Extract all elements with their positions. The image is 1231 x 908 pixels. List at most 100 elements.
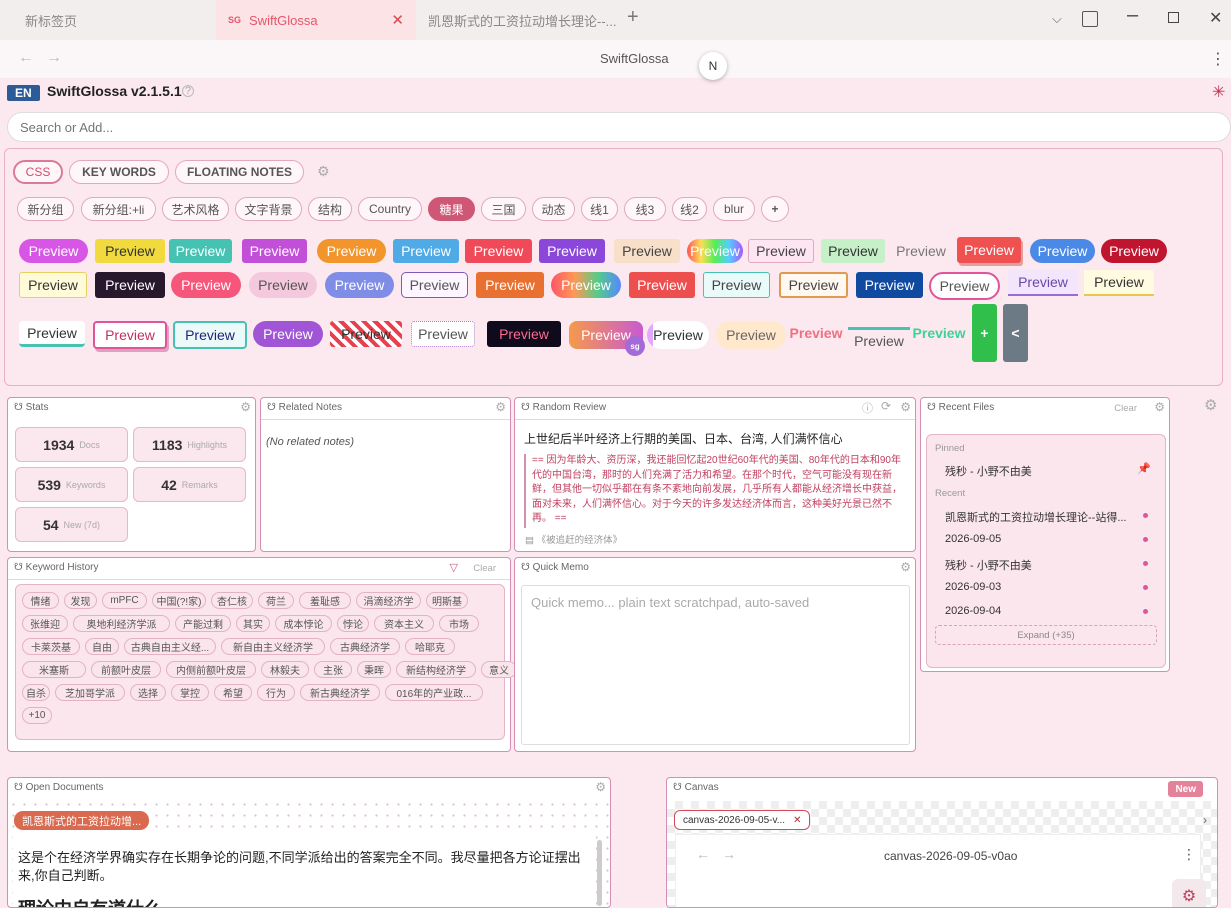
keyword-chip[interactable]: 古典经济学: [330, 638, 400, 655]
doc-tab[interactable]: 凯恩斯式的工资拉动增...: [14, 811, 150, 830]
preview-swatch[interactable]: Preview: [957, 237, 1021, 263]
recent-item[interactable]: 2026-09-05: [945, 533, 1001, 545]
keyword-chip[interactable]: 意义: [481, 661, 517, 678]
preview-swatch[interactable]: Preview: [476, 272, 544, 298]
preview-swatch[interactable]: Preview: [93, 321, 167, 349]
recent-item[interactable]: 凯恩斯式的工资拉动增长理论--站得...: [945, 509, 1127, 525]
clear-button[interactable]: Clear: [473, 563, 496, 574]
group-pill[interactable]: 新分组: [17, 197, 74, 221]
group-pill[interactable]: 新分组:+li: [81, 197, 156, 221]
browser-tab-swiftglossa[interactable]: SG SwiftGlossa ✕: [216, 0, 416, 40]
pin-icon[interactable]: [1143, 513, 1148, 518]
group-pill[interactable]: 结构: [308, 197, 352, 221]
preview-swatch[interactable]: Preview: [171, 272, 241, 298]
browser-tab-newtab[interactable]: 新标签页: [0, 0, 216, 40]
pin-icon[interactable]: [1143, 537, 1148, 542]
keyword-chip[interactable]: 市场: [439, 615, 479, 632]
preview-swatch[interactable]: Preview: [169, 239, 232, 263]
preview-swatch[interactable]: Preview: [629, 272, 695, 298]
n-badge[interactable]: N: [699, 52, 727, 80]
chevron-down-icon[interactable]: ⌵: [1052, 11, 1062, 27]
browser-tab-doc[interactable]: 凯恩斯式的工资拉动增长理论--...: [416, 0, 616, 40]
keyword-chip[interactable]: 新结构经济学: [396, 661, 476, 678]
keyword-chip[interactable]: 产能过剩: [175, 615, 231, 632]
preview-swatch[interactable]: Preview: [539, 239, 605, 263]
pin-icon[interactable]: [1143, 561, 1148, 566]
group-pill[interactable]: 线2: [672, 197, 707, 221]
gear-icon[interactable]: ⚙: [900, 560, 911, 574]
help-icon[interactable]: ⓘ: [862, 400, 873, 416]
forward-icon[interactable]: →: [46, 49, 62, 67]
preview-swatch[interactable]: Preview: [779, 272, 848, 298]
group-pill[interactable]: 糖果: [428, 197, 475, 221]
preview-swatch[interactable]: Preview: [19, 239, 88, 263]
group-pill[interactable]: 艺术风格: [162, 197, 229, 221]
gear-icon[interactable]: ⚙: [1172, 879, 1206, 907]
preview-swatch[interactable]: Preview: [856, 272, 923, 298]
gear-icon[interactable]: ⚙: [1154, 400, 1165, 414]
tab-keywords[interactable]: KEY WORDS: [69, 160, 169, 184]
sidebar-toggle-icon[interactable]: [1082, 11, 1098, 27]
chevron-right-icon[interactable]: ›: [1203, 813, 1207, 827]
canvas-tab[interactable]: canvas-2026-09-05-v... ✕: [674, 810, 811, 830]
preview-swatch[interactable]: Preview: [325, 272, 394, 298]
asterisk-icon[interactable]: ✳: [1212, 82, 1225, 102]
more-menu-icon[interactable]: ⋮: [1182, 846, 1196, 863]
group-pill[interactable]: 线3: [624, 197, 666, 221]
keyword-chip[interactable]: mPFC: [102, 592, 147, 609]
keyword-chip[interactable]: 希望: [214, 684, 252, 701]
keyword-chip[interactable]: 明斯基: [426, 592, 468, 609]
pin-icon[interactable]: 📌: [1137, 462, 1151, 475]
keyword-chip[interactable]: 林毅夫: [261, 661, 309, 678]
memo-textarea[interactable]: Quick memo... plain text scratchpad, aut…: [521, 585, 910, 745]
keyword-chip[interactable]: 秉晖: [357, 661, 391, 678]
keyword-chip[interactable]: 行为: [257, 684, 295, 701]
keyword-chip[interactable]: 新自由主义经济学: [221, 638, 325, 655]
keyword-chip[interactable]: 新古典经济学: [300, 684, 380, 701]
close-icon[interactable]: ✕: [391, 11, 404, 29]
preview-swatch[interactable]: Preview: [786, 321, 846, 345]
keyword-chip[interactable]: 情绪: [22, 592, 59, 609]
preview-swatch[interactable]: Preview: [253, 321, 323, 347]
keyword-chip[interactable]: 其实: [236, 615, 270, 632]
group-pill[interactable]: 动态: [532, 197, 575, 221]
preview-swatch[interactable]: Preview: [19, 272, 87, 298]
back-icon[interactable]: ←: [696, 846, 710, 862]
keyword-chip[interactable]: 选择: [130, 684, 166, 701]
preview-swatch[interactable]: Preview: [95, 239, 165, 263]
preview-swatch[interactable]: Preview: [551, 272, 621, 298]
preview-swatch[interactable]: Preview: [393, 239, 459, 263]
keyword-chip[interactable]: 羞耻感: [299, 592, 351, 609]
pin-icon[interactable]: [1143, 609, 1148, 614]
preview-swatch[interactable]: Preview: [242, 239, 307, 263]
search-input[interactable]: [7, 112, 1231, 142]
more-menu-icon[interactable]: ⋮: [1210, 49, 1226, 69]
keyword-chip[interactable]: 杏仁核: [211, 592, 253, 609]
keyword-chip[interactable]: 米塞斯: [22, 661, 86, 678]
preview-swatch[interactable]: Preview: [703, 272, 770, 298]
pinned-item[interactable]: 残秒 - 小野不由美: [945, 463, 1032, 479]
minimize-icon[interactable]: –: [1127, 4, 1138, 27]
keyword-chip[interactable]: 自由: [85, 638, 119, 655]
preview-swatch[interactable]: Preview: [848, 327, 910, 351]
keyword-chip[interactable]: 涓滴经济学: [356, 592, 421, 609]
preview-swatch[interactable]: Preview: [487, 321, 561, 347]
recent-item[interactable]: 2026-09-03: [945, 581, 1001, 593]
forward-icon[interactable]: →: [722, 846, 736, 862]
gear-icon[interactable]: ⚙: [240, 400, 251, 414]
preview-swatch[interactable]: Preview: [19, 321, 85, 347]
maximize-icon[interactable]: [1168, 12, 1179, 23]
preview-swatch[interactable]: Preview: [647, 321, 709, 349]
new-tab-icon[interactable]: +: [627, 6, 639, 29]
more-keywords[interactable]: +10: [22, 707, 52, 724]
expand-button[interactable]: Expand (+35): [935, 625, 1157, 645]
refresh-icon[interactable]: ⟳: [881, 399, 891, 413]
preview-swatch[interactable]: Preview: [1101, 239, 1167, 263]
group-pill[interactable]: 文字背景: [235, 197, 302, 221]
group-pill[interactable]: 线1: [581, 197, 618, 221]
tab-floating-notes[interactable]: FLOATING NOTES: [175, 160, 304, 184]
keyword-chip[interactable]: 前额叶皮层: [91, 661, 161, 678]
keyword-chip[interactable]: 哈耶克: [405, 638, 455, 655]
collapse-button[interactable]: <: [1003, 304, 1028, 362]
back-icon[interactable]: ←: [18, 49, 34, 67]
